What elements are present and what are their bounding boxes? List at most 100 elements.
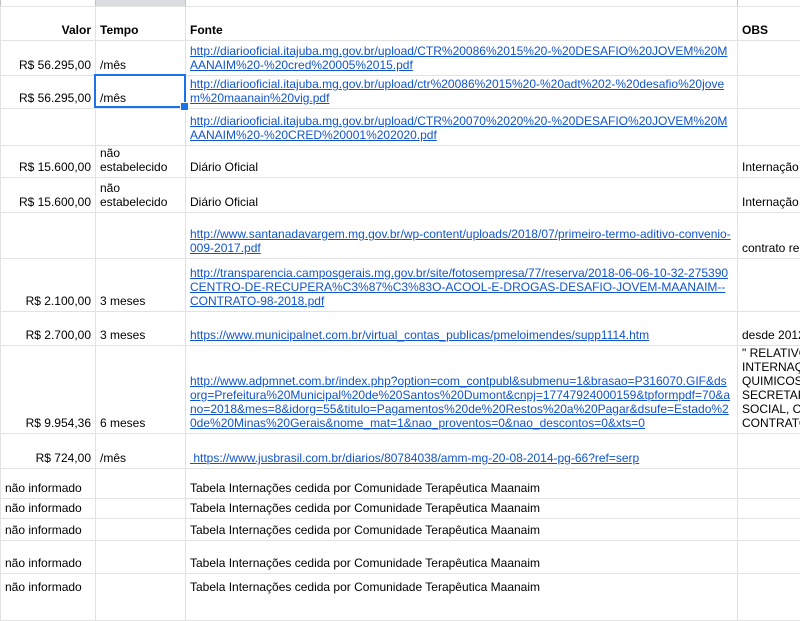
cell-valor[interactable]: não informado (0, 499, 96, 518)
cell-tempo[interactable] (96, 213, 186, 258)
cell-fonte[interactable]: https://www.municipalnet.com.br/virtual_… (186, 312, 738, 345)
obs-value: Internação (742, 160, 799, 174)
cell-valor[interactable]: R$ 15.600,00 (0, 178, 96, 212)
cell-fonte[interactable]: Tabela Internações cedida por Comunidade… (186, 469, 738, 498)
cell-tempo[interactable] (96, 469, 186, 498)
sheet-row: não informado Tabela Internações cedida p… (0, 519, 800, 541)
sheet-row: R$ 2.100,00 3 meses http://transparencia.c… (0, 259, 800, 312)
cell-valor[interactable]: R$ 15.600,00 (0, 146, 96, 177)
sheet-row: não informado Tabela Internações cedida p… (0, 574, 800, 621)
valor-value: não informado (5, 556, 82, 570)
cell-valor[interactable]: R$ 2.700,00 (0, 312, 96, 345)
gridline-stub (185, 0, 186, 6)
selected-column-highlight (96, 0, 186, 6)
fonte-text: Tabela Internações cedida por Comunidade… (190, 523, 733, 537)
gridline-stub (737, 0, 738, 6)
source-link[interactable]: https://www.jusbrasil.com.br/diarios/807… (190, 451, 733, 465)
cell-valor[interactable] (0, 213, 96, 258)
cell-fonte[interactable]: http://diariooficial.itajuba.mg.gov.br/u… (186, 41, 738, 75)
cell-tempo[interactable]: 3 meses (96, 312, 186, 345)
cell-obs[interactable] (738, 259, 800, 311)
cell-obs[interactable] (738, 574, 800, 620)
column-header-valor[interactable]: Valor (0, 7, 96, 40)
cell-obs[interactable]: Internação (738, 178, 800, 212)
valor-value: R$ 56.295,00 (19, 58, 91, 72)
cell-obs[interactable] (738, 434, 800, 468)
cell-tempo[interactable]: 6 meses (96, 346, 186, 433)
fonte-text: Tabela Internações cedida por Comunidade… (190, 501, 733, 515)
cell-obs[interactable] (738, 499, 800, 518)
tempo-value: 3 meses (100, 294, 181, 308)
cell-tempo[interactable] (96, 541, 186, 573)
source-link[interactable]: https://www.municipalnet.com.br/virtual_… (190, 328, 733, 342)
cell-obs[interactable] (738, 519, 800, 540)
source-link[interactable]: http://transparencia.camposgerais.mg.gov… (190, 266, 733, 308)
cell-obs[interactable] (738, 541, 800, 573)
fonte-text: Diário Oficial (190, 195, 733, 209)
cell-obs[interactable]: contrato ren (738, 213, 800, 258)
cell-valor[interactable]: R$ 56.295,00 (0, 41, 96, 75)
cell-fonte[interactable]: https://www.jusbrasil.com.br/diarios/807… (186, 434, 738, 468)
cell-obs[interactable]: desde 2012 (738, 312, 800, 345)
cell-obs[interactable] (738, 109, 800, 145)
cell-tempo[interactable] (96, 519, 186, 540)
cell-fonte[interactable]: http://www.adpmnet.com.br/index.php?opti… (186, 346, 738, 433)
fill-handle[interactable] (180, 102, 189, 111)
tempo-value: /mês (100, 58, 181, 72)
column-header-obs[interactable]: OBS (738, 7, 800, 40)
tempo-value: 6 meses (100, 416, 181, 430)
cell-tempo[interactable]: /mês (96, 434, 186, 468)
source-link[interactable]: http://diariooficial.itajuba.mg.gov.br/u… (190, 44, 733, 72)
cell-fonte[interactable]: Diário Oficial (186, 146, 738, 177)
sheet-row: não informado Tabela Internações cedida p… (0, 499, 800, 519)
cell-fonte[interactable]: http://transparencia.camposgerais.mg.gov… (186, 259, 738, 311)
valor-value: não informado (5, 523, 82, 537)
cell-valor[interactable]: R$ 724,00 (0, 434, 96, 468)
cell-fonte[interactable]: Tabela Internações cedida por Comunidade… (186, 541, 738, 573)
cell-obs[interactable] (738, 76, 800, 108)
cell-valor[interactable]: R$ 56.295,00 (0, 76, 96, 108)
column-header-fonte[interactable]: Fonte (186, 7, 738, 40)
cell-fonte[interactable]: Tabela Internações cedida por Comunidade… (186, 499, 738, 518)
sheet-row: não informado Tabela Internações cedida p… (0, 469, 800, 499)
cell-fonte[interactable]: http://diariooficial.itajuba.mg.gov.br/u… (186, 76, 738, 108)
cell-valor[interactable]: R$ 2.100,00 (0, 259, 96, 311)
sheet-row: R$ 15.600,00não estabelecidoDiário Ofici… (0, 146, 800, 178)
sheet-row: R$ 9.954,36 6 meses http://www.adpmnet.com… (0, 346, 800, 434)
cell-tempo[interactable]: não estabelecido (96, 178, 186, 212)
cell-valor[interactable]: não informado (0, 469, 96, 498)
sheet-row: R$ 15.600,00não estabelecido Diário Ofici… (0, 178, 800, 213)
cell-valor[interactable]: não informado (0, 519, 96, 540)
cell-valor[interactable] (0, 109, 96, 145)
cell-tempo[interactable]: 3 meses (96, 259, 186, 311)
column-header-tempo[interactable]: Tempo (96, 7, 186, 40)
valor-value: R$ 56.295,00 (19, 91, 91, 105)
cell-tempo[interactable]: /mês (96, 41, 186, 75)
cell-obs[interactable] (738, 469, 800, 498)
cell-obs[interactable] (738, 41, 800, 75)
cell-fonte[interactable]: Diário Oficial (186, 178, 738, 212)
source-link[interactable]: http://www.santanadavargem.mg.gov.br/wp-… (190, 227, 733, 255)
source-link[interactable]: http://www.adpmnet.com.br/index.php?opti… (190, 374, 733, 430)
column-header-edge (0, 0, 800, 7)
cell-obs[interactable]: Internação (738, 146, 800, 177)
fonte-text: Tabela Internações cedida por Comunidade… (190, 556, 733, 570)
cell-tempo[interactable] (96, 574, 186, 620)
cell-fonte[interactable]: http://www.santanadavargem.mg.gov.br/wp-… (186, 213, 738, 258)
valor-value: R$ 724,00 (36, 451, 91, 465)
cell-fonte[interactable]: Tabela Internações cedida por Comunidade… (186, 574, 738, 620)
source-link[interactable]: http://diariooficial.itajuba.mg.gov.br/u… (190, 77, 733, 105)
tempo-value: não estabelecido (100, 146, 181, 174)
cell-tempo[interactable]: não estabelecido (96, 146, 186, 177)
cell-tempo[interactable]: /mês (96, 76, 186, 108)
cell-fonte[interactable]: http://diariooficial.itajuba.mg.gov.br/u… (186, 109, 738, 145)
cell-valor[interactable]: R$ 9.954,36 (0, 346, 96, 433)
cell-obs[interactable]: " RELATIVO INTERNAÇ QUIMICOS SECRETAR SO… (738, 346, 800, 433)
cell-valor[interactable]: não informado (0, 574, 96, 620)
cell-valor[interactable]: não informado (0, 541, 96, 573)
cell-tempo[interactable] (96, 499, 186, 518)
obs-value: Internação (742, 195, 799, 209)
cell-fonte[interactable]: Tabela Internações cedida por Comunidade… (186, 519, 738, 540)
source-link[interactable]: http://diariooficial.itajuba.mg.gov.br/u… (190, 114, 733, 142)
cell-tempo[interactable] (96, 109, 186, 145)
